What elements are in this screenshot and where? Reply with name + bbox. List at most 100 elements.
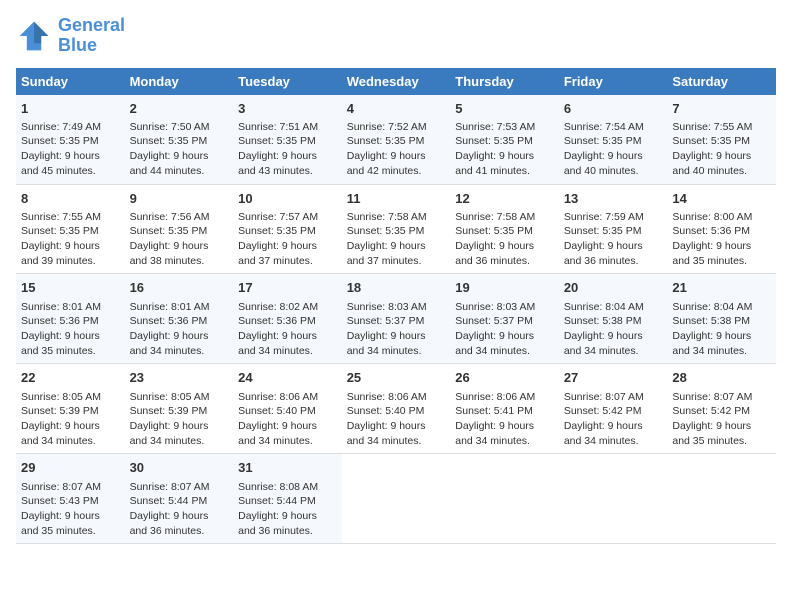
day-number: 20 (564, 279, 663, 297)
calendar-cell: 19 Sunrise: 8:03 AMSunset: 5:37 PMDayligh… (450, 274, 559, 364)
day-details: Sunrise: 7:59 AMSunset: 5:35 PMDaylight:… (564, 210, 663, 269)
day-number: 31 (238, 459, 337, 477)
col-header-tuesday: Tuesday (233, 68, 342, 95)
day-number: 18 (347, 279, 446, 297)
calendar-cell: 17 Sunrise: 8:02 AMSunset: 5:36 PMDayligh… (233, 274, 342, 364)
calendar-cell: 14 Sunrise: 8:00 AMSunset: 5:36 PMDayligh… (667, 184, 776, 274)
calendar-week-1: 1 Sunrise: 7:49 AMSunset: 5:35 PMDaylight… (16, 95, 776, 184)
logo-icon (16, 18, 52, 54)
calendar-cell (559, 454, 668, 544)
day-number: 30 (130, 459, 229, 477)
logo: GeneralBlue (16, 16, 125, 56)
day-number: 16 (130, 279, 229, 297)
calendar-cell: 22 Sunrise: 8:05 AMSunset: 5:39 PMDayligh… (16, 364, 125, 454)
calendar-cell: 4 Sunrise: 7:52 AMSunset: 5:35 PMDaylight… (342, 95, 451, 184)
col-header-wednesday: Wednesday (342, 68, 451, 95)
calendar-cell: 16 Sunrise: 8:01 AMSunset: 5:36 PMDayligh… (125, 274, 234, 364)
calendar-cell: 5 Sunrise: 7:53 AMSunset: 5:35 PMDaylight… (450, 95, 559, 184)
logo-text: GeneralBlue (58, 16, 125, 56)
calendar-cell: 30 Sunrise: 8:07 AMSunset: 5:44 PMDayligh… (125, 454, 234, 544)
col-header-thursday: Thursday (450, 68, 559, 95)
day-number: 25 (347, 369, 446, 387)
calendar-cell (342, 454, 451, 544)
day-number: 7 (672, 100, 771, 118)
col-header-monday: Monday (125, 68, 234, 95)
calendar-week-5: 29Sunrise: 8:07 AMSunset: 5:43 PMDayligh… (16, 454, 776, 544)
day-number: 11 (347, 190, 446, 208)
calendar-cell: 28 Sunrise: 8:07 AMSunset: 5:42 PMDayligh… (667, 364, 776, 454)
calendar-cell (667, 454, 776, 544)
day-details: Sunrise: 8:01 AMSunset: 5:36 PMDaylight:… (21, 300, 120, 359)
calendar-cell: 26 Sunrise: 8:06 AMSunset: 5:41 PMDayligh… (450, 364, 559, 454)
calendar-cell: 12 Sunrise: 7:58 AMSunset: 5:35 PMDayligh… (450, 184, 559, 274)
day-details: Sunrise: 8:07 AMSunset: 5:44 PMDaylight:… (130, 480, 229, 539)
calendar-cell: 8Sunrise: 7:55 AMSunset: 5:35 PMDaylight… (16, 184, 125, 274)
calendar-cell: 23 Sunrise: 8:05 AMSunset: 5:39 PMDayligh… (125, 364, 234, 454)
calendar-header: SundayMondayTuesdayWednesdayThursdayFrid… (16, 68, 776, 95)
day-number: 23 (130, 369, 229, 387)
calendar-cell: 29Sunrise: 8:07 AMSunset: 5:43 PMDayligh… (16, 454, 125, 544)
calendar-cell: 15 Sunrise: 8:01 AMSunset: 5:36 PMDayligh… (16, 274, 125, 364)
day-details: Sunrise: 7:49 AMSunset: 5:35 PMDaylight:… (21, 120, 120, 179)
day-details: Sunrise: 8:06 AMSunset: 5:40 PMDaylight:… (347, 390, 446, 449)
day-number: 5 (455, 100, 554, 118)
day-details: Sunrise: 7:55 AMSunset: 5:35 PMDaylight:… (21, 210, 120, 269)
day-number: 28 (672, 369, 771, 387)
day-details: Sunrise: 8:03 AMSunset: 5:37 PMDaylight:… (455, 300, 554, 359)
day-number: 2 (130, 100, 229, 118)
day-details: Sunrise: 7:56 AMSunset: 5:35 PMDaylight:… (130, 210, 229, 269)
calendar-week-2: 8Sunrise: 7:55 AMSunset: 5:35 PMDaylight… (16, 184, 776, 274)
day-details: Sunrise: 8:02 AMSunset: 5:36 PMDaylight:… (238, 300, 337, 359)
day-details: Sunrise: 8:05 AMSunset: 5:39 PMDaylight:… (21, 390, 120, 449)
day-number: 4 (347, 100, 446, 118)
day-details: Sunrise: 7:58 AMSunset: 5:35 PMDaylight:… (455, 210, 554, 269)
day-number: 26 (455, 369, 554, 387)
day-number: 29 (21, 459, 120, 477)
day-details: Sunrise: 7:52 AMSunset: 5:35 PMDaylight:… (347, 120, 446, 179)
calendar-cell: 9Sunrise: 7:56 AMSunset: 5:35 PMDaylight… (125, 184, 234, 274)
calendar-cell: 31Sunrise: 8:08 AMSunset: 5:44 PMDayligh… (233, 454, 342, 544)
calendar-cell: 7Sunrise: 7:55 AMSunset: 5:35 PMDaylight… (667, 95, 776, 184)
calendar-cell: 10Sunrise: 7:57 AMSunset: 5:35 PMDayligh… (233, 184, 342, 274)
calendar-cell: 20 Sunrise: 8:04 AMSunset: 5:38 PMDayligh… (559, 274, 668, 364)
day-number: 22 (21, 369, 120, 387)
day-details: Sunrise: 8:01 AMSunset: 5:36 PMDaylight:… (130, 300, 229, 359)
day-number: 1 (21, 100, 120, 118)
day-number: 19 (455, 279, 554, 297)
day-number: 14 (672, 190, 771, 208)
day-number: 24 (238, 369, 337, 387)
day-details: Sunrise: 8:03 AMSunset: 5:37 PMDaylight:… (347, 300, 446, 359)
day-number: 13 (564, 190, 663, 208)
day-details: Sunrise: 8:04 AMSunset: 5:38 PMDaylight:… (672, 300, 771, 359)
calendar-cell: 18 Sunrise: 8:03 AMSunset: 5:37 PMDayligh… (342, 274, 451, 364)
day-details: Sunrise: 8:07 AMSunset: 5:42 PMDaylight:… (564, 390, 663, 449)
day-details: Sunrise: 7:53 AMSunset: 5:35 PMDaylight:… (455, 120, 554, 179)
calendar-cell: 27 Sunrise: 8:07 AMSunset: 5:42 PMDayligh… (559, 364, 668, 454)
calendar-cell: 11 Sunrise: 7:58 AMSunset: 5:35 PMDayligh… (342, 184, 451, 274)
day-details: Sunrise: 8:06 AMSunset: 5:41 PMDaylight:… (455, 390, 554, 449)
day-number: 17 (238, 279, 337, 297)
calendar-cell: 3Sunrise: 7:51 AMSunset: 5:35 PMDaylight… (233, 95, 342, 184)
page-header: GeneralBlue (16, 16, 776, 56)
day-number: 21 (672, 279, 771, 297)
day-number: 10 (238, 190, 337, 208)
day-details: Sunrise: 8:05 AMSunset: 5:39 PMDaylight:… (130, 390, 229, 449)
calendar-table: SundayMondayTuesdayWednesdayThursdayFrid… (16, 68, 776, 545)
day-details: Sunrise: 8:07 AMSunset: 5:42 PMDaylight:… (672, 390, 771, 449)
day-details: Sunrise: 8:04 AMSunset: 5:38 PMDaylight:… (564, 300, 663, 359)
day-details: Sunrise: 8:06 AMSunset: 5:40 PMDaylight:… (238, 390, 337, 449)
day-number: 12 (455, 190, 554, 208)
day-number: 27 (564, 369, 663, 387)
calendar-cell: 2Sunrise: 7:50 AMSunset: 5:35 PMDaylight… (125, 95, 234, 184)
calendar-cell: 24 Sunrise: 8:06 AMSunset: 5:40 PMDayligh… (233, 364, 342, 454)
day-details: Sunrise: 7:58 AMSunset: 5:35 PMDaylight:… (347, 210, 446, 269)
calendar-cell: 25 Sunrise: 8:06 AMSunset: 5:40 PMDayligh… (342, 364, 451, 454)
day-number: 3 (238, 100, 337, 118)
day-number: 15 (21, 279, 120, 297)
day-details: Sunrise: 8:00 AMSunset: 5:36 PMDaylight:… (672, 210, 771, 269)
calendar-week-3: 15 Sunrise: 8:01 AMSunset: 5:36 PMDayligh… (16, 274, 776, 364)
col-header-sunday: Sunday (16, 68, 125, 95)
col-header-friday: Friday (559, 68, 668, 95)
calendar-cell: 21 Sunrise: 8:04 AMSunset: 5:38 PMDayligh… (667, 274, 776, 364)
day-number: 6 (564, 100, 663, 118)
